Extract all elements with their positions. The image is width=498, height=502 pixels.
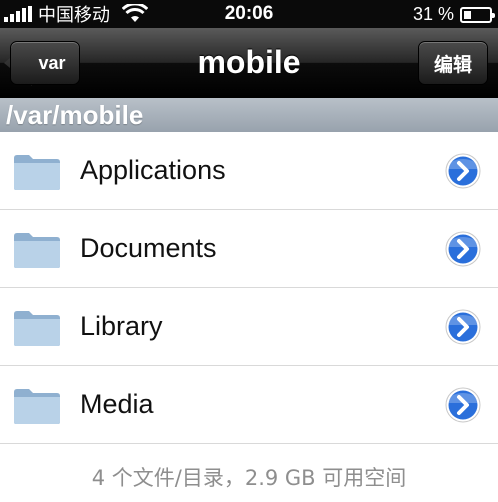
list-item-documents[interactable]: Documents xyxy=(0,210,498,288)
file-list: Applications Documents Library Media xyxy=(0,132,498,444)
path-header: /var/mobile xyxy=(0,98,498,132)
list-item-applications[interactable]: Applications xyxy=(0,132,498,210)
item-label: Media xyxy=(80,389,154,419)
signal-strength-icon xyxy=(4,6,32,22)
folder-icon xyxy=(14,311,60,346)
back-button[interactable]: var xyxy=(10,41,80,85)
detail-disclosure-button[interactable] xyxy=(444,152,482,190)
folder-icon xyxy=(14,155,60,190)
folder-icon xyxy=(14,389,60,424)
edit-button[interactable]: 编辑 xyxy=(418,41,488,85)
item-label: Documents xyxy=(80,233,217,263)
battery-percent: 31 % xyxy=(412,4,454,24)
navigation-bar: var mobile 编辑 xyxy=(0,28,498,98)
folder-icon xyxy=(14,233,60,268)
detail-disclosure-button[interactable] xyxy=(444,386,482,424)
carrier-name: 中国移动 xyxy=(38,5,110,25)
battery-level xyxy=(464,10,472,19)
wifi-icon xyxy=(122,4,148,22)
detail-disclosure-button[interactable] xyxy=(444,308,482,346)
battery-icon xyxy=(460,6,495,23)
page-title: mobile xyxy=(197,44,301,80)
battery-status: 31 % xyxy=(412,4,495,25)
item-label: Library xyxy=(80,311,163,341)
storage-summary: 4 个文件/目录，2.9 GB 可用空间 xyxy=(91,466,407,490)
status-bar: 中国移动 20:06 31 % xyxy=(0,0,498,28)
item-label: Applications xyxy=(80,155,226,185)
detail-disclosure-button[interactable] xyxy=(444,230,482,268)
list-item-library[interactable]: Library xyxy=(0,288,498,366)
list-item-media[interactable]: Media xyxy=(0,366,498,444)
